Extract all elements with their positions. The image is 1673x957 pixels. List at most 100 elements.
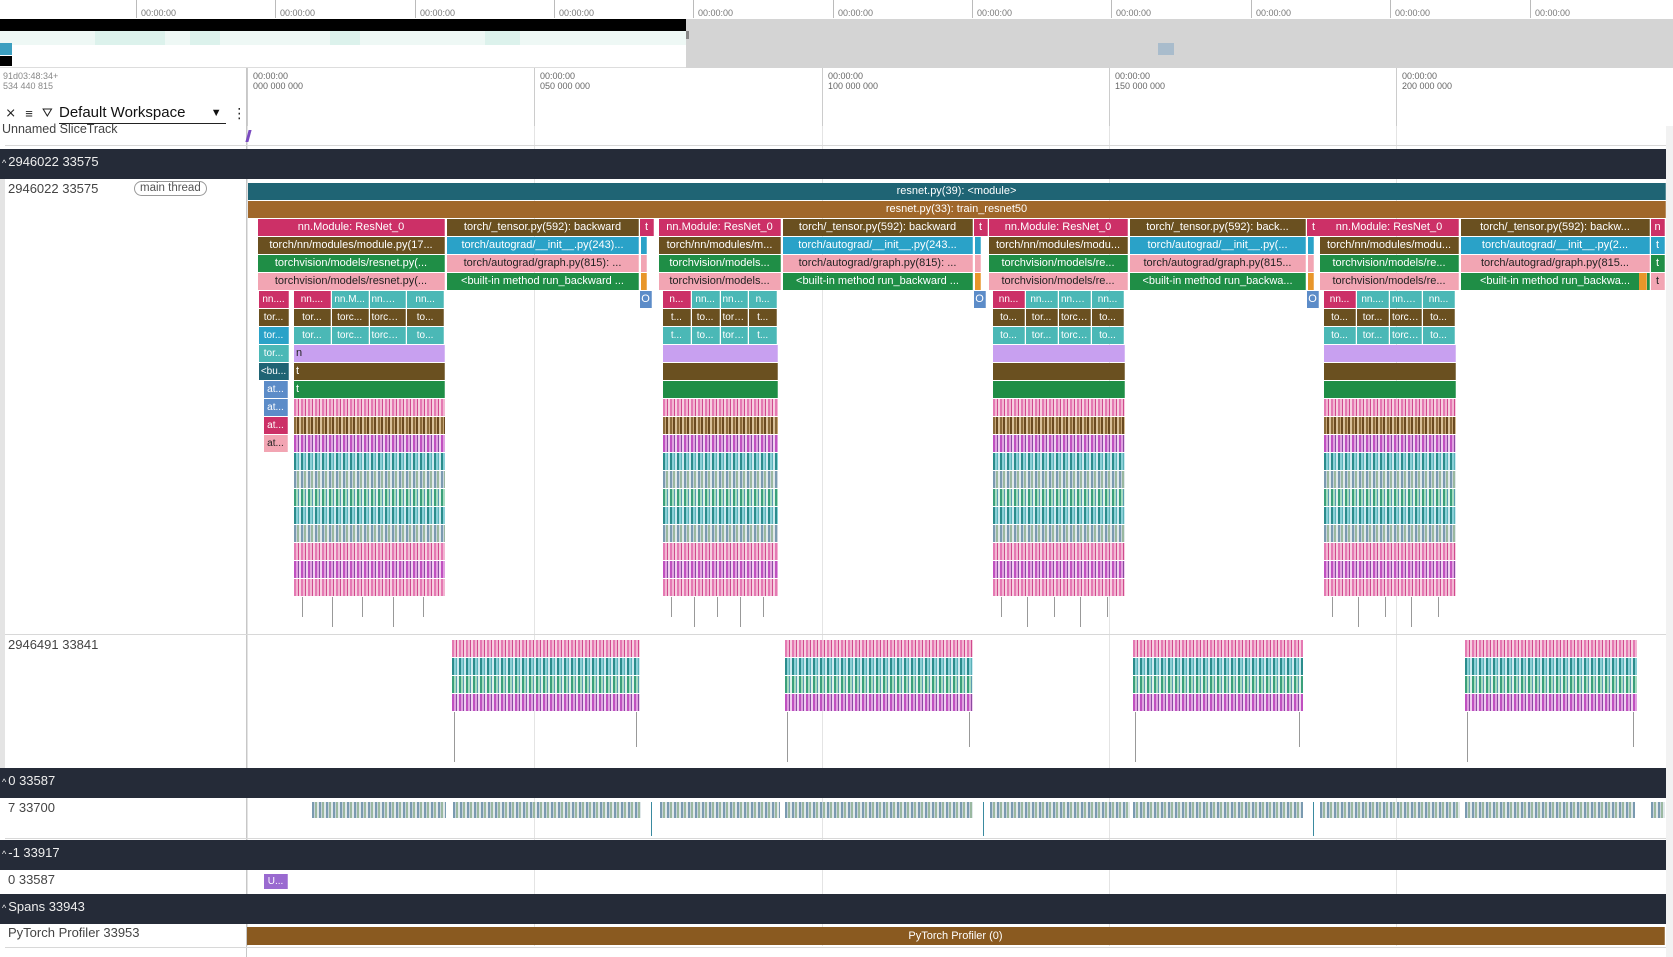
dense-slices[interactable] [663,453,778,470]
dense-slices[interactable] [663,435,778,452]
slice-small[interactable]: to... [407,309,444,326]
slice-small[interactable]: to... [1324,327,1356,344]
slice-first-col[interactable]: at... [264,399,288,416]
slice-deep[interactable] [663,381,778,398]
slice-o[interactable]: O [640,291,652,308]
slice-small[interactable]: torch/n... [369,327,407,344]
slice-forward-3[interactable]: torchvision/models/re... [1320,255,1459,272]
slice-small[interactable]: torch/... [1059,309,1091,326]
slice-forward-1[interactable]: nn.Module: ResNet_0 [258,219,445,236]
slice-o[interactable]: O [1307,291,1319,308]
slice-deep[interactable] [663,345,778,362]
time-axis[interactable]: 00:00:00 000 000 000 00:00:00 050 000 000 00… [247,68,1673,126]
slice-forward-1[interactable]: nn.Module: ResNet_0 [1320,219,1459,236]
slice-small[interactable]: nn... [1324,291,1356,308]
dense-slices[interactable] [785,676,973,693]
slice-backward-1[interactable]: torch/_tensor.py(592): back... [1130,219,1306,236]
slice-deep[interactable]: t [294,381,445,398]
slice-small[interactable]: torc... [331,309,369,326]
dense-slices[interactable] [294,435,445,452]
slice-small[interactable]: torch... [720,327,749,344]
slice-small[interactable]: to... [1092,309,1124,326]
dense-slices[interactable] [1324,561,1456,578]
dense-slices[interactable] [993,525,1125,542]
dense-slices[interactable] [294,507,445,524]
slice-small[interactable]: t... [663,309,691,326]
slice-thin[interactable] [641,255,647,272]
dense-slices[interactable] [1324,507,1456,524]
slice-small[interactable]: t... [749,327,777,344]
dense-slices[interactable] [663,489,778,506]
slice-small[interactable]: nn.M... [331,291,369,308]
slice-deep[interactable] [663,363,778,380]
dense-slices[interactable] [1324,489,1456,506]
slice-small[interactable]: nn.Mo... [720,291,749,308]
slice-small[interactable]: nn.... [1026,291,1058,308]
sample-slices[interactable] [1651,802,1665,818]
slice-first-col[interactable]: tor... [259,309,289,326]
slice-backward-4[interactable]: <built-in method run_backward ... [783,273,973,290]
slice-small[interactable]: tor... [1357,327,1389,344]
slice-deep[interactable]: n [294,345,445,362]
slice-small[interactable]: nn.Mod... [1390,291,1422,308]
slice-forward-4[interactable]: torchvision/models/re... [1320,273,1459,290]
slice-t[interactable]: t [1651,273,1665,290]
slice-small[interactable]: nn... [1092,291,1124,308]
slice-u[interactable]: U... [264,874,288,889]
slice-backward-4[interactable]: <built-in method run_backward ... [447,273,639,290]
dense-slices[interactable] [663,543,778,560]
dense-slices[interactable] [294,417,445,434]
dense-slices[interactable] [663,417,778,434]
slice-backward-1[interactable]: torch/_tensor.py(592): backward [447,219,639,236]
slice-small[interactable]: tor... [294,327,331,344]
group-header-2[interactable]: ^ 0 33587 [0,768,1666,798]
dense-slices[interactable] [993,507,1125,524]
slice-module[interactable]: resnet.py(39): <module> [248,183,1666,200]
slice-small[interactable]: nn... [691,291,720,308]
slice-small[interactable]: torch/... [1390,309,1422,326]
slice-backward-3[interactable]: torch/autograd/graph.py(815): ... [447,255,639,272]
slice-small[interactable]: to... [993,327,1025,344]
slice-backward-4[interactable]: <built-in method run_backwa... [1130,273,1306,290]
dense-slices[interactable] [1465,694,1637,711]
dense-slices[interactable] [785,640,973,657]
dense-slices[interactable] [452,694,640,711]
dense-slices[interactable] [663,471,778,488]
slice-thin[interactable] [1308,237,1314,254]
slice-forward-2[interactable]: torch/nn/modules/m... [659,237,781,254]
dense-slices[interactable] [1324,525,1456,542]
slice-backward-4[interactable]: <built-in method run_backwa... [1461,273,1650,290]
filter-icon[interactable]: ⛛ [40,105,55,121]
slice-thin[interactable] [1639,273,1647,290]
dense-slices[interactable] [993,471,1125,488]
slice-forward-4[interactable]: torchvision/models/re... [989,273,1128,290]
slice-forward-3[interactable]: torchvision/models/resnet.py(... [258,255,445,272]
slice-forward-2[interactable]: torch/nn/modules/modu... [1320,237,1459,254]
slice-small[interactable]: n... [663,291,691,308]
slice-thin[interactable] [975,255,981,272]
slice-small[interactable]: nn.... [1357,291,1389,308]
slice-small[interactable]: t... [663,327,691,344]
slice-small[interactable]: nn... [1423,291,1455,308]
sample-slices[interactable] [660,802,780,818]
sample-slices[interactable] [990,802,1130,818]
dense-slices[interactable] [663,507,778,524]
slice-first-col[interactable]: at... [264,417,288,434]
dense-slices[interactable] [1465,640,1637,657]
slice-small[interactable]: torch/n... [369,309,407,326]
slice-small[interactable]: t... [749,309,777,326]
dense-slices[interactable] [663,525,778,542]
slice-small[interactable]: to... [1092,327,1124,344]
dense-slices[interactable] [993,579,1125,596]
slice-small[interactable]: torch/... [1059,327,1091,344]
slice-backward-1[interactable]: torch/_tensor.py(592): backw... [1461,219,1650,236]
slice-t[interactable]: t [1651,255,1665,272]
timeline-overview[interactable]: 00:00:00 00:00:00 00:00:00 00:00:00 00:00:00… [0,0,1673,68]
dense-slices[interactable] [993,561,1125,578]
sample-slices[interactable] [1133,802,1303,818]
slice-pytorch-profiler[interactable]: PyTorch Profiler (0) [247,927,1665,945]
dense-slices[interactable] [452,640,640,657]
slice-t[interactable]: t [1651,237,1665,254]
dense-slices[interactable] [993,489,1125,506]
slice-small[interactable]: to... [1423,327,1455,344]
